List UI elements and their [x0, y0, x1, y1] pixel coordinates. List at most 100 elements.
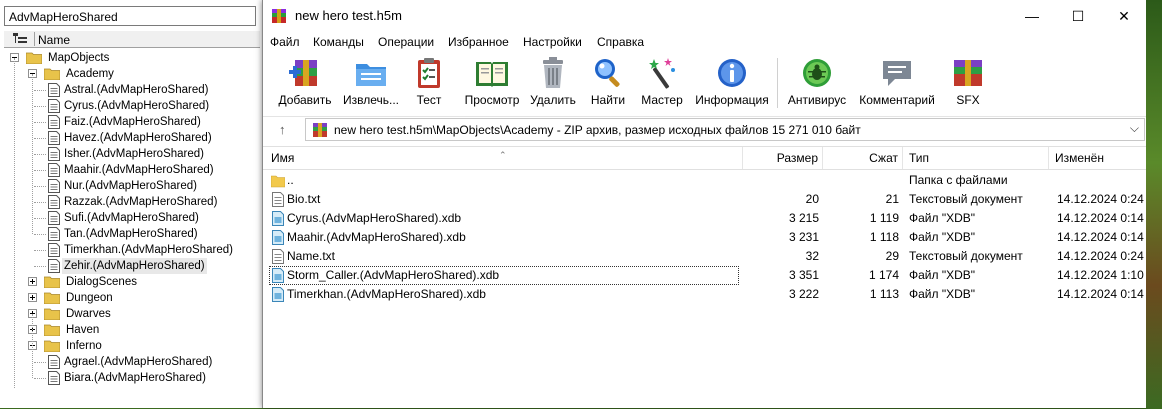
menu-favorites[interactable]: Избранное — [448, 35, 509, 49]
file-row[interactable]: Cyrus.(AdvMapHeroShared).xdb 3 215 1 119 Фа… — [263, 209, 1147, 228]
tree-item-label: Razzak.(AdvMapHeroShared) — [64, 196, 218, 208]
file-row[interactable]: Timerkhan.(AdvMapHeroShared).xdb 3 222 1 1… — [263, 285, 1147, 304]
tree-folder-label: DialogScenes — [66, 276, 137, 288]
menu-file[interactable]: Файл — [270, 35, 300, 49]
object-name-field[interactable]: AdvMapHeroShared — [4, 6, 256, 26]
tree-connector — [34, 106, 46, 107]
tree-item[interactable]: Faiz.(AdvMapHeroShared) — [0, 114, 262, 130]
file-size: 20 — [805, 192, 819, 206]
add-label: Добавить — [278, 93, 332, 107]
antivirus-button[interactable]: Антивирус — [785, 56, 849, 114]
file-row[interactable]: Maahir.(AdvMapHeroShared).xdb 3 231 1 118 Ф… — [263, 228, 1147, 247]
tree-item-label: Maahir.(AdvMapHeroShared) — [64, 164, 214, 176]
minimize-button[interactable]: — — [1009, 0, 1055, 32]
file-row[interactable]: Bio.txt 20 21 Текстовый документ 14.12.2024 … — [263, 190, 1147, 209]
test-button[interactable]: Тест — [409, 56, 449, 114]
file-name: Maahir.(AdvMapHeroShared).xdb — [287, 230, 466, 244]
find-button[interactable]: Найти — [585, 56, 631, 114]
info-button[interactable]: Информация — [693, 56, 771, 114]
file-name: Bio.txt — [287, 192, 321, 206]
tree-item[interactable]: Tan.(AdvMapHeroShared) — [0, 226, 262, 242]
tree-item[interactable]: Havez.(AdvMapHeroShared) — [0, 130, 262, 146]
up-folder-button[interactable]: ↑ — [279, 122, 286, 137]
file-row[interactable]: Storm_Caller.(AdvMapHeroShared).xdb 3 351… — [263, 266, 1147, 285]
file-modified: 14.12.2024 0:14 — [1057, 230, 1144, 244]
antivirus-label: Антивирус — [787, 93, 847, 107]
tree-item[interactable]: Timerkhan.(AdvMapHeroShared) — [0, 242, 262, 258]
expand-icon[interactable] — [28, 293, 37, 302]
tree-item[interactable]: Zehir.(AdvMapHeroShared) — [0, 258, 262, 274]
document-icon — [48, 227, 60, 241]
menu-help[interactable]: Справка — [597, 35, 644, 49]
file-packed-size: 21 — [885, 192, 899, 206]
tree-folder[interactable]: MapObjects — [0, 50, 262, 66]
tree-column-header[interactable]: Name — [4, 30, 260, 48]
column-modified[interactable]: Изменён — [1049, 147, 1147, 169]
tree-item[interactable]: Cyrus.(AdvMapHeroShared) — [0, 98, 262, 114]
file-row[interactable]: .. Папка с файлами — [263, 171, 1147, 190]
extract-button[interactable]: Извлечь... — [339, 56, 403, 114]
address-bar: ↑ new hero test.h5m\MapObjects\Academy -… — [263, 118, 1147, 142]
wizard-button[interactable]: Мастер — [637, 56, 687, 114]
tree-folder[interactable]: Inferno — [0, 338, 262, 354]
document-icon — [48, 259, 60, 273]
tree-folder-label: Dungeon — [66, 292, 113, 304]
document-icon — [48, 99, 60, 113]
toolbar-divider — [777, 58, 778, 108]
folder-icon — [44, 324, 60, 336]
text-file-icon — [272, 192, 284, 207]
delete-label: Удалить — [530, 93, 576, 107]
title-bar[interactable]: new hero test.h5m — ☐ ✕ — [263, 0, 1147, 32]
delete-button[interactable]: Удалить — [529, 56, 577, 114]
close-button[interactable]: ✕ — [1101, 0, 1147, 32]
maximize-button[interactable]: ☐ — [1055, 0, 1101, 32]
file-name-cell: Storm_Caller.(AdvMapHeroShared).xdb — [269, 266, 739, 285]
tree-connector — [34, 202, 46, 203]
menu-commands[interactable]: Команды — [313, 35, 364, 49]
tree-item[interactable]: Razzak.(AdvMapHeroShared) — [0, 194, 262, 210]
tree-item[interactable]: Biara.(AdvMapHeroShared) — [0, 370, 262, 386]
folder-icon — [44, 308, 60, 320]
tree-item[interactable]: Sufi.(AdvMapHeroShared) — [0, 210, 262, 226]
file-size: 3 222 — [788, 287, 819, 301]
tree-folder[interactable]: Dwarves — [0, 306, 262, 322]
tree-item[interactable]: Nur.(AdvMapHeroShared) — [0, 178, 262, 194]
xdb-file-icon — [272, 211, 284, 226]
column-packed[interactable]: Сжат — [823, 147, 903, 169]
tree-folder[interactable]: Academy — [0, 66, 262, 82]
address-field[interactable]: new hero test.h5m\MapObjects\Academy - Z… — [305, 118, 1145, 141]
column-modified-label: Изменён — [1055, 151, 1104, 165]
file-modified — [1057, 171, 1147, 190]
tree-item-label: Faiz.(AdvMapHeroShared) — [64, 116, 201, 128]
sfx-button[interactable]: SFX — [947, 56, 989, 114]
add-button[interactable]: Добавить — [277, 56, 333, 114]
column-size[interactable]: Размер — [743, 147, 823, 169]
tree-folder[interactable]: Haven — [0, 322, 262, 338]
comment-button[interactable]: Комментарий — [857, 56, 937, 114]
extract-folder-icon — [356, 64, 386, 86]
game-background — [1146, 0, 1162, 408]
xdb-file-icon — [272, 287, 284, 302]
view-button[interactable]: Просмотр — [459, 56, 525, 114]
chevron-down-icon[interactable]: ⌵ — [1130, 121, 1139, 136]
tree-item[interactable]: Isher.(AdvMapHeroShared) — [0, 146, 262, 162]
tree-folder[interactable]: DialogScenes — [0, 274, 262, 290]
xdb-file-icon — [272, 230, 284, 245]
tree-connector — [34, 170, 46, 171]
file-name: Timerkhan.(AdvMapHeroShared).xdb — [287, 287, 486, 301]
tree-item[interactable]: Maahir.(AdvMapHeroShared) — [0, 162, 262, 178]
file-modified: 14.12.2024 0:24 — [1057, 249, 1144, 263]
column-type[interactable]: Тип — [903, 147, 1049, 169]
file-row[interactable]: Name.txt 32 29 Текстовый документ 14.12.2024… — [263, 247, 1147, 266]
tree-item[interactable]: Agrael.(AdvMapHeroShared) — [0, 354, 262, 370]
menu-operations[interactable]: Операции — [378, 35, 434, 49]
menu-settings[interactable]: Настройки — [523, 35, 582, 49]
expand-icon[interactable] — [28, 277, 37, 286]
column-name[interactable]: Имя ⌃ — [263, 147, 743, 169]
tree-folder[interactable]: Dungeon — [0, 290, 262, 306]
tree-view-icon — [13, 33, 27, 43]
tree-item[interactable]: Astral.(AdvMapHeroShared) — [0, 82, 262, 98]
tree-folder-label: Dwarves — [66, 308, 111, 320]
tree-item-label: Cyrus.(AdvMapHeroShared) — [64, 100, 210, 112]
file-packed-size: 1 118 — [869, 230, 899, 244]
